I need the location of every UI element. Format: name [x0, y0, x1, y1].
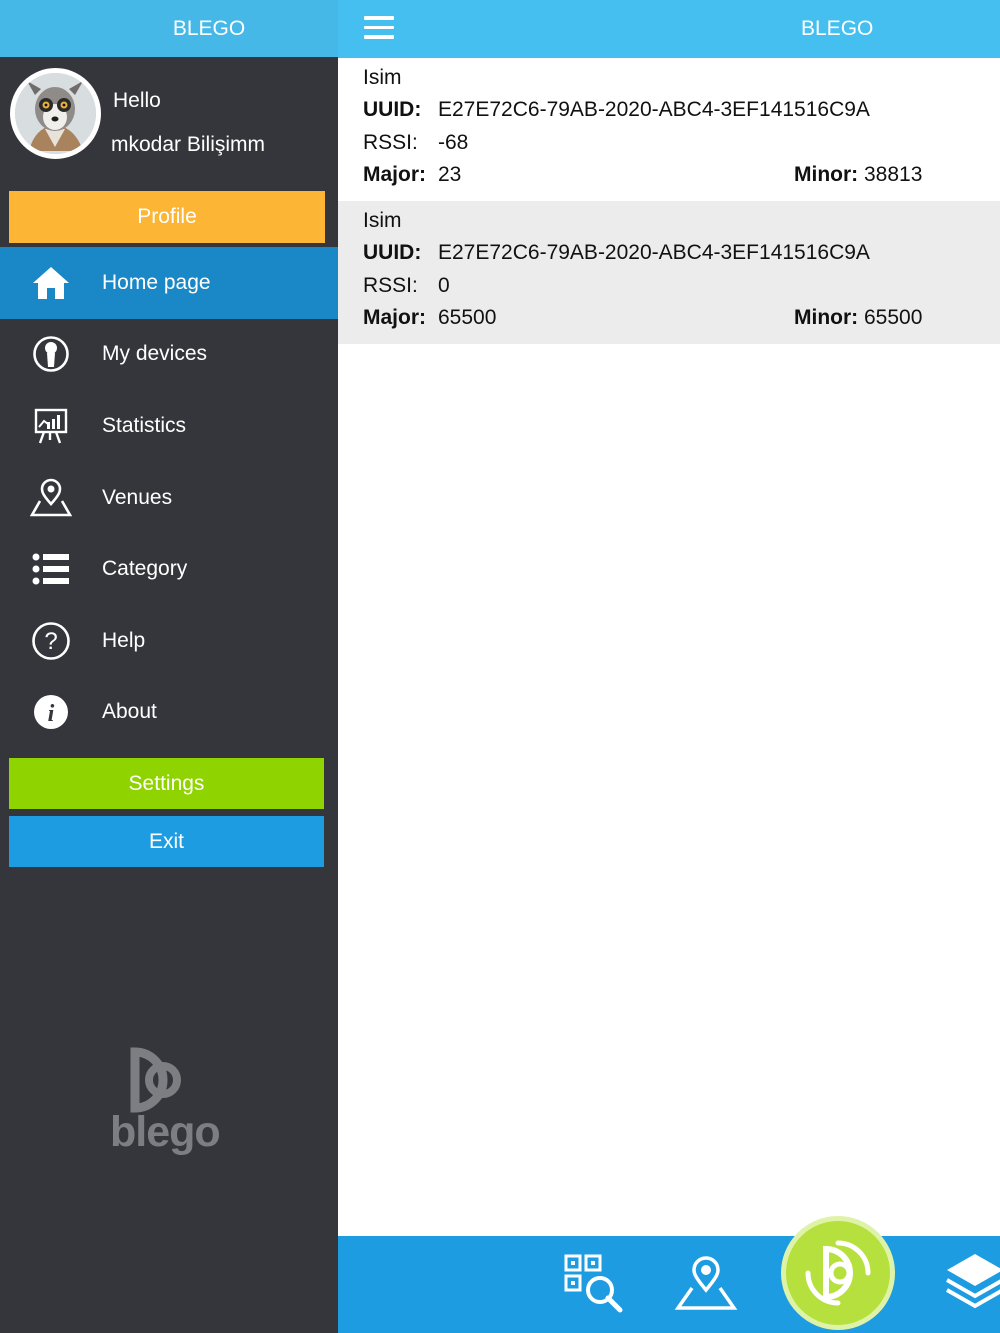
sidebar-item-home-page[interactable]: Home page — [0, 247, 338, 319]
hamburger-menu-icon[interactable] — [364, 16, 394, 40]
minor-label: Minor: — [794, 163, 859, 186]
top-bar: BLEGO — [338, 0, 1000, 58]
uuid-value: E27E72C6-79AB-2020-ABC4-3EF141516C9A — [438, 241, 870, 264]
list-icon — [29, 547, 73, 591]
beacon-list-item[interactable]: Isim UUID: E27E72C6-79AB-2020-ABC4-3EF14… — [338, 201, 1000, 344]
page-title: BLEGO — [801, 17, 874, 40]
beacon-list-item[interactable]: Isim UUID: E27E72C6-79AB-2020-ABC4-3EF14… — [338, 58, 1000, 201]
sidebar-item-venues[interactable]: Venues — [0, 462, 338, 534]
major-value: 65500 — [438, 306, 497, 329]
bottom-toolbar — [338, 1236, 1000, 1333]
sidebar-item-statistics[interactable]: Statistics — [0, 390, 338, 462]
scan-icon — [805, 1240, 871, 1306]
sidebar-item-label: Home page — [102, 270, 211, 294]
sidebar-header: BLEGO — [0, 0, 338, 57]
beacon-name: Isim — [363, 66, 402, 89]
question-circle-icon: ? — [29, 619, 73, 663]
minor-label: Minor: — [794, 306, 859, 329]
uuid-label: UUID: — [363, 98, 422, 121]
sidebar-item-label: Category — [102, 557, 188, 581]
uuid-label: UUID: — [363, 241, 422, 264]
map-pin-icon[interactable] — [674, 1254, 738, 1312]
beacon-name: Isim — [363, 209, 402, 232]
layers-icon[interactable] — [943, 1252, 1000, 1314]
username-text: mkodar Bilişimm — [111, 133, 266, 156]
rssi-value: -68 — [438, 131, 469, 154]
rssi-value: 0 — [438, 274, 450, 297]
rssi-label: RSSI: — [363, 131, 418, 154]
user-box: Hello mkodar Bilişimm — [0, 57, 338, 190]
svg-text:i: i — [48, 701, 55, 727]
major-label: Major: — [363, 163, 426, 186]
home-icon — [29, 261, 73, 305]
uuid-value: E27E72C6-79AB-2020-ABC4-3EF141516C9A — [438, 98, 870, 121]
avatar[interactable] — [10, 68, 101, 159]
svg-text:?: ? — [44, 628, 57, 655]
minor-value: 65500 — [864, 306, 923, 329]
minor-value: 38813 — [864, 163, 923, 186]
greeting-text: Hello — [113, 89, 161, 112]
sidebar-item-label: About — [102, 700, 157, 724]
sidebar-item-label: Help — [102, 628, 146, 652]
sidebar-item-label: Statistics — [102, 413, 187, 437]
sidebar-item-about[interactable]: i About — [0, 677, 338, 749]
avatar-lemur-image — [15, 73, 96, 154]
sidebar-item-label: My devices — [102, 342, 208, 366]
major-value: 23 — [438, 163, 462, 186]
settings-button[interactable]: Settings — [9, 758, 324, 809]
major-label: Major: — [363, 306, 426, 329]
info-icon: i — [29, 690, 73, 734]
sidebar-item-category[interactable]: Category — [0, 533, 338, 605]
sidebar-menu: Home page My devices Statistics Venues C… — [0, 247, 338, 748]
user-circle-icon — [29, 332, 73, 376]
qr-search-icon[interactable] — [562, 1252, 626, 1314]
sidebar-item-help[interactable]: ? Help — [0, 605, 338, 677]
scan-button[interactable] — [781, 1216, 895, 1330]
sidebar: BLEGO Hello mkodar Bilişimm Profile Home… — [0, 0, 338, 1333]
sidebar-title: BLEGO — [172, 16, 246, 40]
blego-logo-text: blego — [110, 1108, 221, 1156]
exit-button[interactable]: Exit — [9, 816, 324, 867]
profile-button[interactable]: Profile — [9, 191, 325, 243]
map-pin-icon — [29, 476, 73, 520]
sidebar-item-label: Venues — [102, 485, 173, 509]
sidebar-item-my-devices[interactable]: My devices — [0, 319, 338, 391]
main-content: BLEGO Isim UUID: E27E72C6-79AB-2020-ABC4… — [338, 0, 1000, 1333]
statistics-board-icon — [29, 404, 73, 448]
rssi-label: RSSI: — [363, 274, 418, 297]
